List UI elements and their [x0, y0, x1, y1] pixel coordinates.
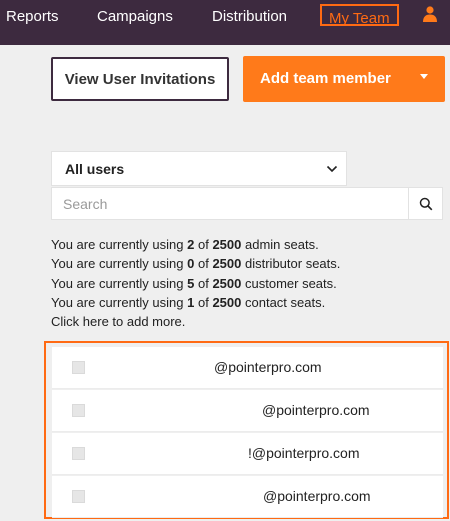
user-icon[interactable]: [421, 5, 439, 23]
user-row[interactable]: @pointerpro.com: [52, 476, 443, 518]
nav-item-reports[interactable]: Reports: [6, 8, 59, 30]
user-filter-select[interactable]: All users: [51, 151, 347, 186]
chevron-down-icon: [326, 165, 338, 173]
user-email: @pointerpro.com: [214, 359, 322, 375]
row-checkbox[interactable]: [72, 361, 85, 374]
user-email: @pointerpro.com: [262, 402, 370, 418]
search-input[interactable]: [52, 188, 410, 219]
search-button[interactable]: [408, 188, 442, 219]
user-filter-value: All users: [65, 161, 125, 177]
user-row[interactable]: @pointerpro.com: [52, 390, 443, 432]
seat-line-customer: You are currently using 5 of 2500 custom…: [51, 275, 337, 291]
seat-line-distributor: You are currently using 0 of 2500 distri…: [51, 256, 341, 272]
user-list: @pointerpro.com @pointerpro.com !@pointe…: [44, 341, 449, 519]
add-team-member-label: Add team member: [260, 70, 391, 87]
user-email: !@pointerpro.com: [248, 445, 360, 461]
seat-usage: You are currently using 2 of 2500 admin …: [51, 235, 340, 331]
search-icon: [419, 197, 432, 210]
nav-item-distribution[interactable]: Distribution: [212, 8, 287, 30]
seat-line-contact: You are currently using 1 of 2500 contac…: [51, 294, 326, 310]
row-checkbox[interactable]: [72, 490, 85, 503]
top-nav: Reports Campaigns Distribution My Team: [0, 0, 450, 45]
row-checkbox[interactable]: [72, 404, 85, 417]
row-checkbox[interactable]: [72, 447, 85, 460]
nav-item-campaigns[interactable]: Campaigns: [97, 8, 173, 30]
add-more-seats-link[interactable]: Click here to add more.: [51, 312, 340, 331]
nav-item-my-team[interactable]: My Team: [320, 4, 399, 27]
user-row[interactable]: @pointerpro.com: [52, 347, 443, 389]
add-team-member-button[interactable]: Add team member: [243, 56, 445, 102]
seat-line-admin: You are currently using 2 of 2500 admin …: [51, 237, 319, 252]
caret-down-icon[interactable]: [420, 74, 428, 79]
search-bar: [51, 187, 443, 220]
view-user-invitations-button[interactable]: View User Invitations: [51, 57, 229, 101]
user-row[interactable]: !@pointerpro.com: [52, 433, 443, 475]
user-email: @pointerpro.com: [263, 488, 371, 504]
